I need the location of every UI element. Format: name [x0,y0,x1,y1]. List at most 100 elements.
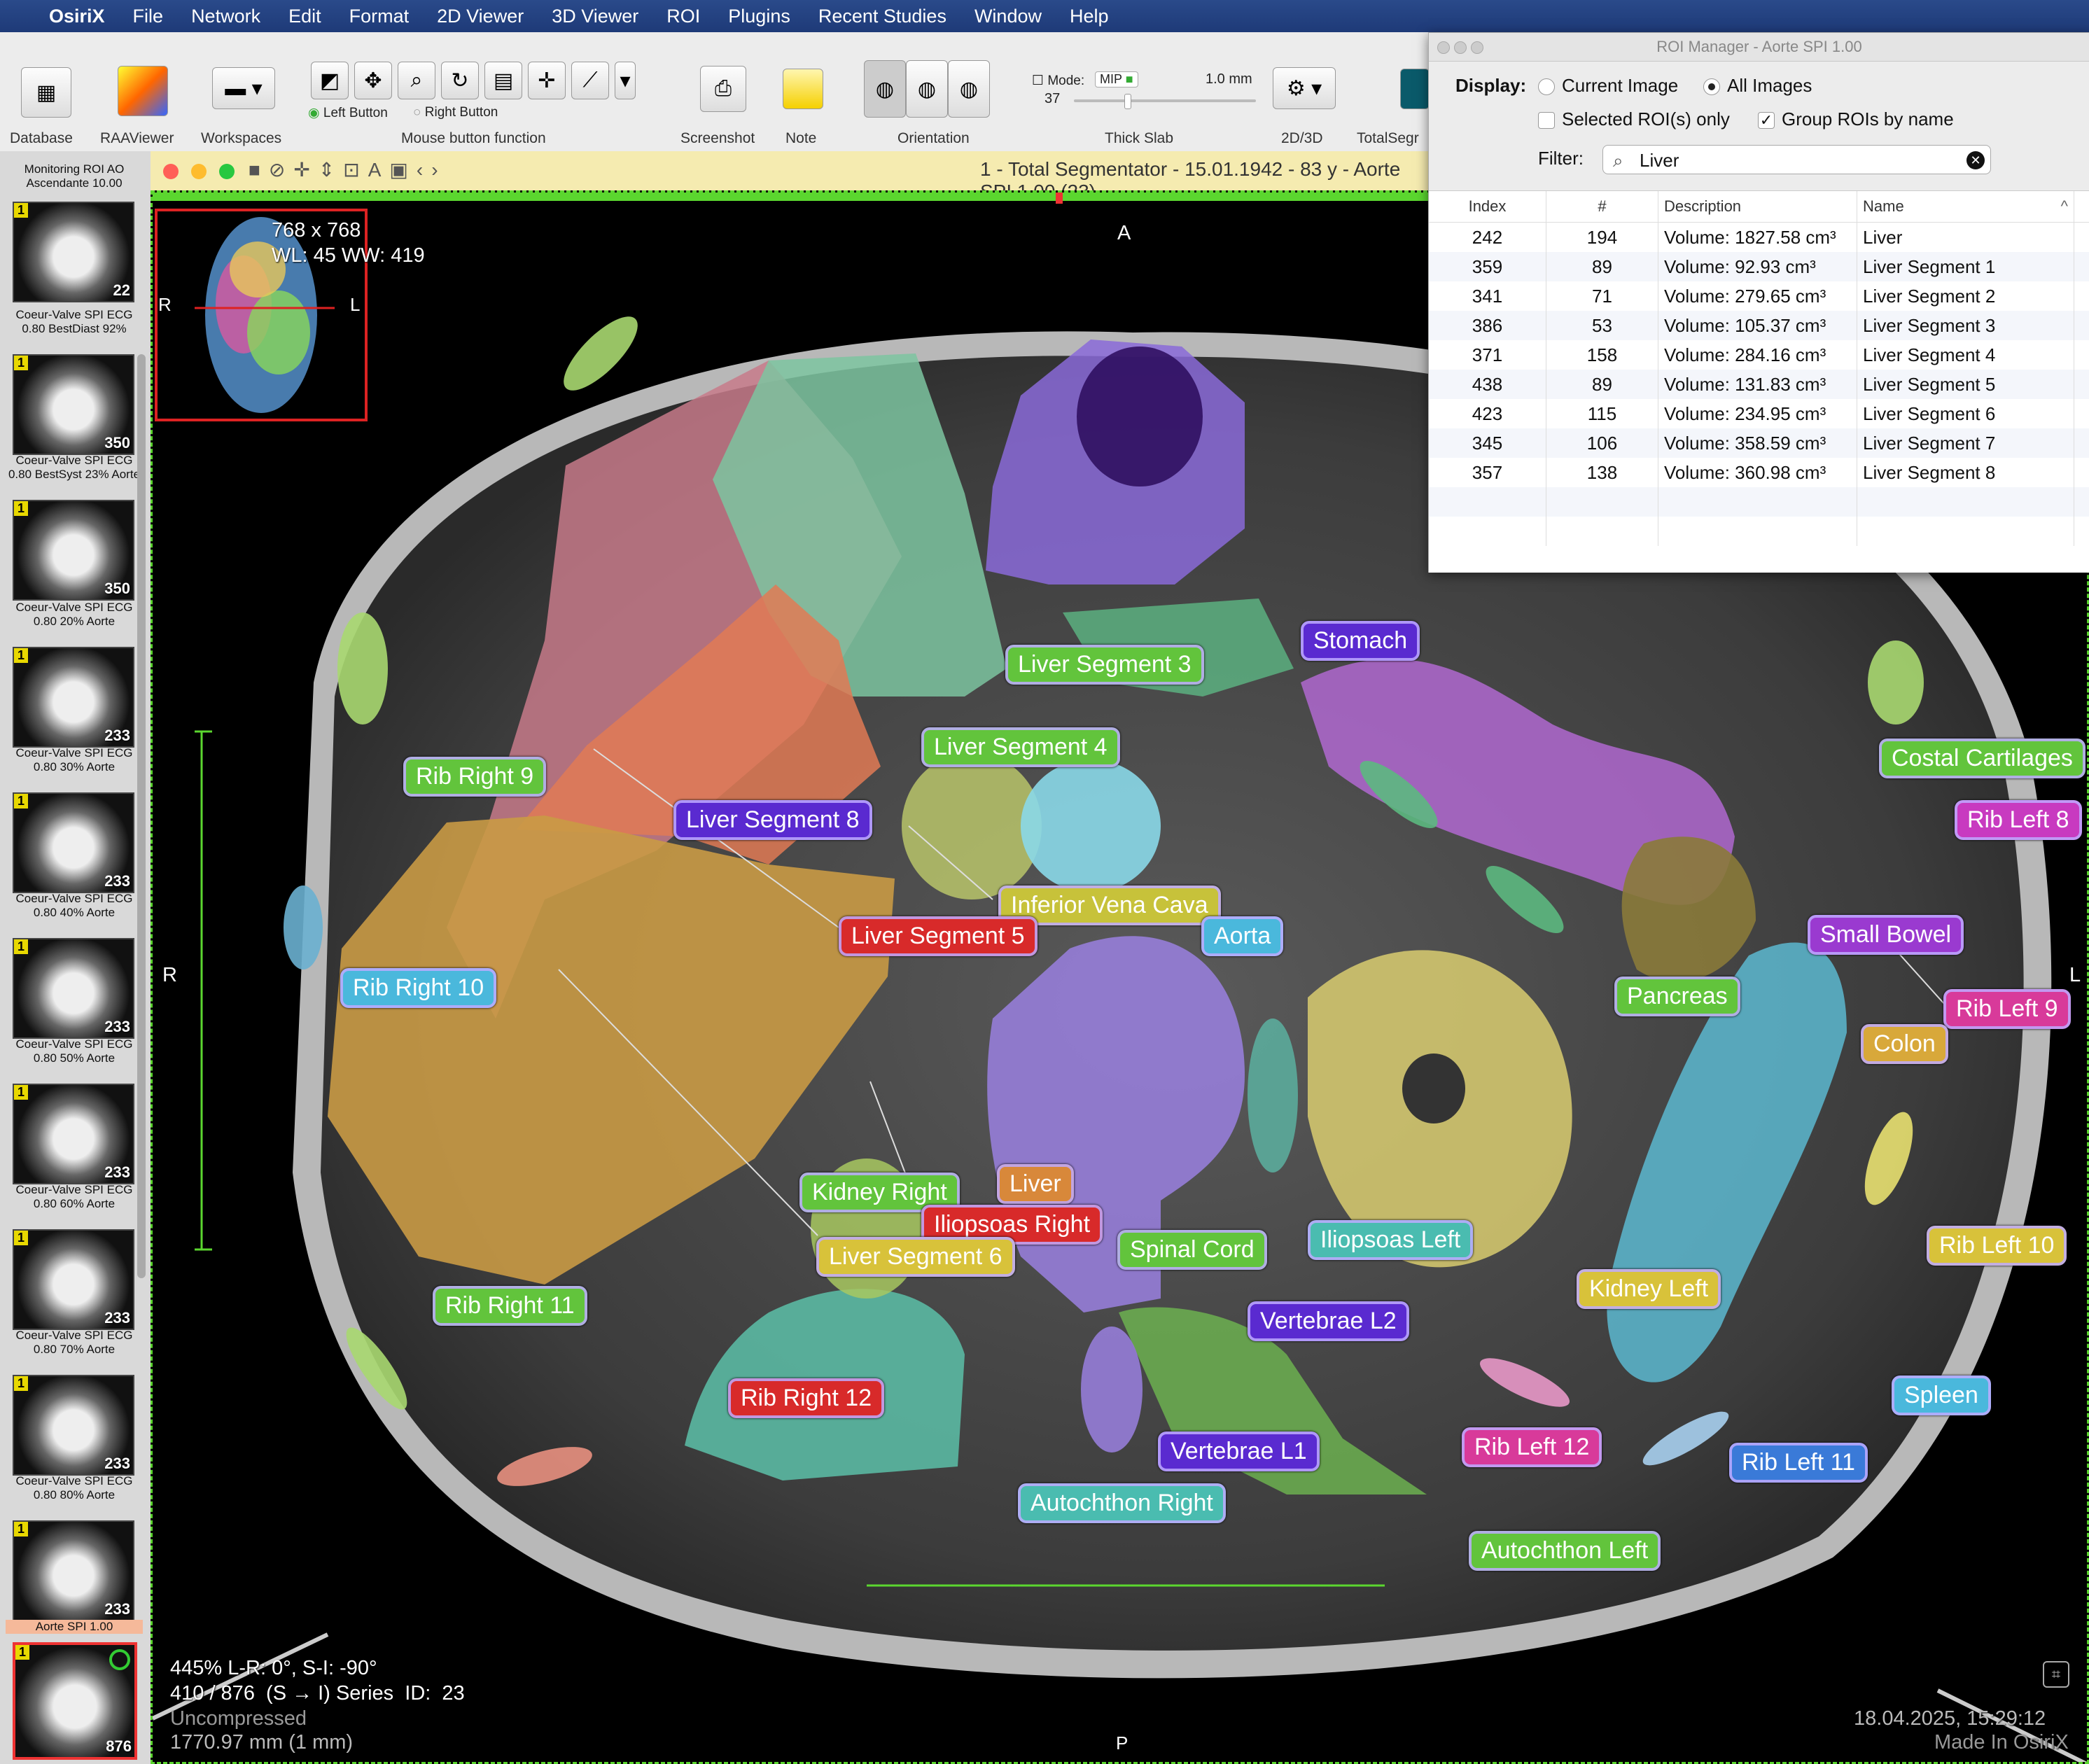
series-thumbnail-selected[interactable]: 1 876 [13,1642,137,1760]
roi-label-rib-left-11[interactable]: Rib Left 11 [1729,1443,1868,1483]
mode-checkbox[interactable]: ☐ Mode: [1032,73,1084,89]
menu-file[interactable]: File [133,6,164,27]
roi-label-rib-left-10[interactable]: Rib Left 10 [1927,1226,2067,1266]
roi-label-rib-right-10[interactable]: Rib Right 10 [340,968,497,1008]
current-image-radio[interactable]: Current Image [1538,75,1678,97]
roi-label-stomach[interactable]: Stomach [1301,621,1420,661]
roi-label-liver-segment-3[interactable]: Liver Segment 3 [1005,645,1204,685]
series-thumbnail[interactable]: 1 350 [13,500,134,601]
close-icon[interactable] [163,164,179,179]
menu-app-name[interactable]: OsiriX [49,6,105,27]
roi-label-kidney-left[interactable]: Kidney Left [1577,1269,1721,1309]
tool-more-icon[interactable]: ▾ [615,62,636,99]
series-thumbnail[interactable]: 1 233 [13,1084,134,1184]
roi-label-liver[interactable]: Liver [997,1164,1074,1204]
menu-recent-studies[interactable]: Recent Studies [818,6,946,27]
series-thumbnail[interactable]: 1 233 [13,792,134,893]
menu-network[interactable]: Network [191,6,260,27]
table-row[interactable]: 423 115 Volume: 234.95 cm³ Liver Segment 6 [1429,399,2089,428]
roi-minimize-icon[interactable] [1454,41,1467,54]
menu-3d-viewer[interactable]: 3D Viewer [552,6,638,27]
gear-icon[interactable]: ⚙ ▾ [1273,67,1336,109]
series-thumbnail[interactable]: 1 233 [13,1520,134,1621]
roi-label-rib-left-9[interactable]: Rib Left 9 [1943,989,2071,1029]
table-row[interactable]: 438 89 Volume: 131.83 cm³ Liver Segment 5 [1429,370,2089,399]
zoom-tool-icon[interactable]: ⌕ [398,62,435,99]
column-description[interactable]: Description [1658,191,1857,222]
orientation-axial-icon[interactable]: ◍ [864,60,906,118]
move-tool-icon[interactable]: ✥ [354,62,392,99]
roi-label-autochthon-right[interactable]: Autochthon Right [1018,1483,1226,1523]
sidebar-scrollbar[interactable] [137,354,146,1278]
workspaces-icon[interactable]: ▬ ▾ [212,67,275,109]
roi-label-costal-cartilages[interactable]: Costal Cartilages [1879,738,2085,778]
roi-zoom-icon[interactable] [1471,41,1483,54]
roi-label-rib-right-9[interactable]: Rib Right 9 [403,757,547,797]
menu-2d-viewer[interactable]: 2D Viewer [437,6,524,27]
minimize-icon[interactable] [191,164,207,179]
orientation-coronal-icon[interactable]: ◍ [906,60,948,118]
slab-slider-handle[interactable] [1124,94,1131,109]
roi-label-rib-left-8[interactable]: Rib Left 8 [1955,800,2082,840]
table-row[interactable]: 359 89 Volume: 92.93 cm³ Liver Segment 1 [1429,252,2089,281]
menu-help[interactable]: Help [1070,6,1109,27]
table-row[interactable]: 386 53 Volume: 105.37 cm³ Liver Segment 3 [1429,311,2089,340]
mode-select[interactable]: MIP ■ [1095,71,1138,88]
screenshot-icon[interactable]: ⎙ [700,66,746,112]
table-row[interactable]: 345 106 Volume: 358.59 cm³ Liver Segment 7 [1429,428,2089,458]
series-thumbnail[interactable]: 1 233 [13,647,134,748]
roi-close-icon[interactable] [1437,41,1450,54]
scroll-tool-icon[interactable]: ▤ [484,62,522,99]
all-images-radio[interactable]: All Images [1703,75,1812,97]
table-row[interactable]: 242 194 Volume: 1827.58 cm³ Liver [1429,223,2089,252]
table-row[interactable]: 371 158 Volume: 284.16 cm³ Liver Segment 4 [1429,340,2089,370]
roi-label-iliopsoas-left[interactable]: Iliopsoas Left [1308,1220,1474,1260]
roi-label-rib-left-12[interactable]: Rib Left 12 [1462,1427,1602,1467]
column-index[interactable]: Index [1429,191,1546,222]
viewer-mini-tools-icon[interactable]: ■⊘✛⇕⊡A▣‹› [249,158,447,181]
database-icon[interactable]: ▦ [21,67,71,118]
roi-label-vertebrae-l2[interactable]: Vertebrae L2 [1248,1301,1409,1341]
roi-label-small-bowel[interactable]: Small Bowel [1808,915,1964,955]
roi-label-spleen[interactable]: Spleen [1892,1376,1991,1415]
series-thumbnail[interactable]: 1 233 [13,938,134,1039]
roi-label-liver-segment-6[interactable]: Liver Segment 6 [816,1237,1015,1277]
table-row[interactable]: 357 138 Volume: 360.98 cm³ Liver Segment 8 [1429,458,2089,487]
column-count[interactable]: # [1546,191,1658,222]
roi-label-aorta[interactable]: Aorta [1201,916,1284,956]
clear-search-icon[interactable]: ✕ [1966,151,1985,169]
series-thumbnail[interactable]: 1 233 [13,1375,134,1476]
measure-tool-icon[interactable]: ⟋ [571,62,609,99]
roi-label-liver-segment-4[interactable]: Liver Segment 4 [921,727,1120,767]
rotate-tool-icon[interactable]: ↻ [441,62,479,99]
slab-slider[interactable] [1074,94,1256,109]
menu-plugins[interactable]: Plugins [728,6,790,27]
roi-label-rib-right-12[interactable]: Rib Right 12 [728,1378,885,1418]
menu-format[interactable]: Format [349,6,410,27]
menu-roi[interactable]: ROI [666,6,700,27]
roi-label-liver-segment-8[interactable]: Liver Segment 8 [673,800,872,840]
roi-label-rib-right-11[interactable]: Rib Right 11 [433,1286,587,1326]
filter-search-field[interactable]: ⌕ Liver ✕ [1602,145,1991,174]
totalsegmentator-icon[interactable] [1400,69,1430,109]
series-thumbnail[interactable]: 1 22 [13,202,134,302]
note-icon[interactable] [783,69,823,109]
menu-edit[interactable]: Edit [288,6,321,27]
roi-label-pancreas[interactable]: Pancreas [1614,976,1740,1016]
menu-window[interactable]: Window [974,6,1042,27]
table-row[interactable]: 341 71 Volume: 279.65 cm³ Liver Segment 2 [1429,281,2089,311]
series-thumbnail[interactable]: 1 350 [13,354,134,455]
column-name[interactable]: Name ^ [1857,191,2074,222]
orientation-sagittal-icon[interactable]: ◍ [948,60,990,118]
zoom-window-icon[interactable] [219,164,235,179]
viewer-options-icon[interactable]: ⌗ [2043,1661,2069,1688]
raaviewer-icon[interactable] [118,66,168,116]
roi-label-vertebrae-l1[interactable]: Vertebrae L1 [1158,1432,1320,1471]
crosshair-tool-icon[interactable]: ✛ [528,62,566,99]
group-by-name-checkbox[interactable]: ✓ Group ROIs by name [1758,108,1954,130]
selected-rois-checkbox[interactable]: Selected ROI(s) only [1538,108,1730,130]
roi-label-spinal-cord[interactable]: Spinal Cord [1117,1230,1267,1270]
roi-label-colon[interactable]: Colon [1861,1024,1948,1064]
series-thumbnail[interactable]: 1 233 [13,1229,134,1330]
roi-label-autochthon-left[interactable]: Autochthon Left [1469,1531,1661,1571]
